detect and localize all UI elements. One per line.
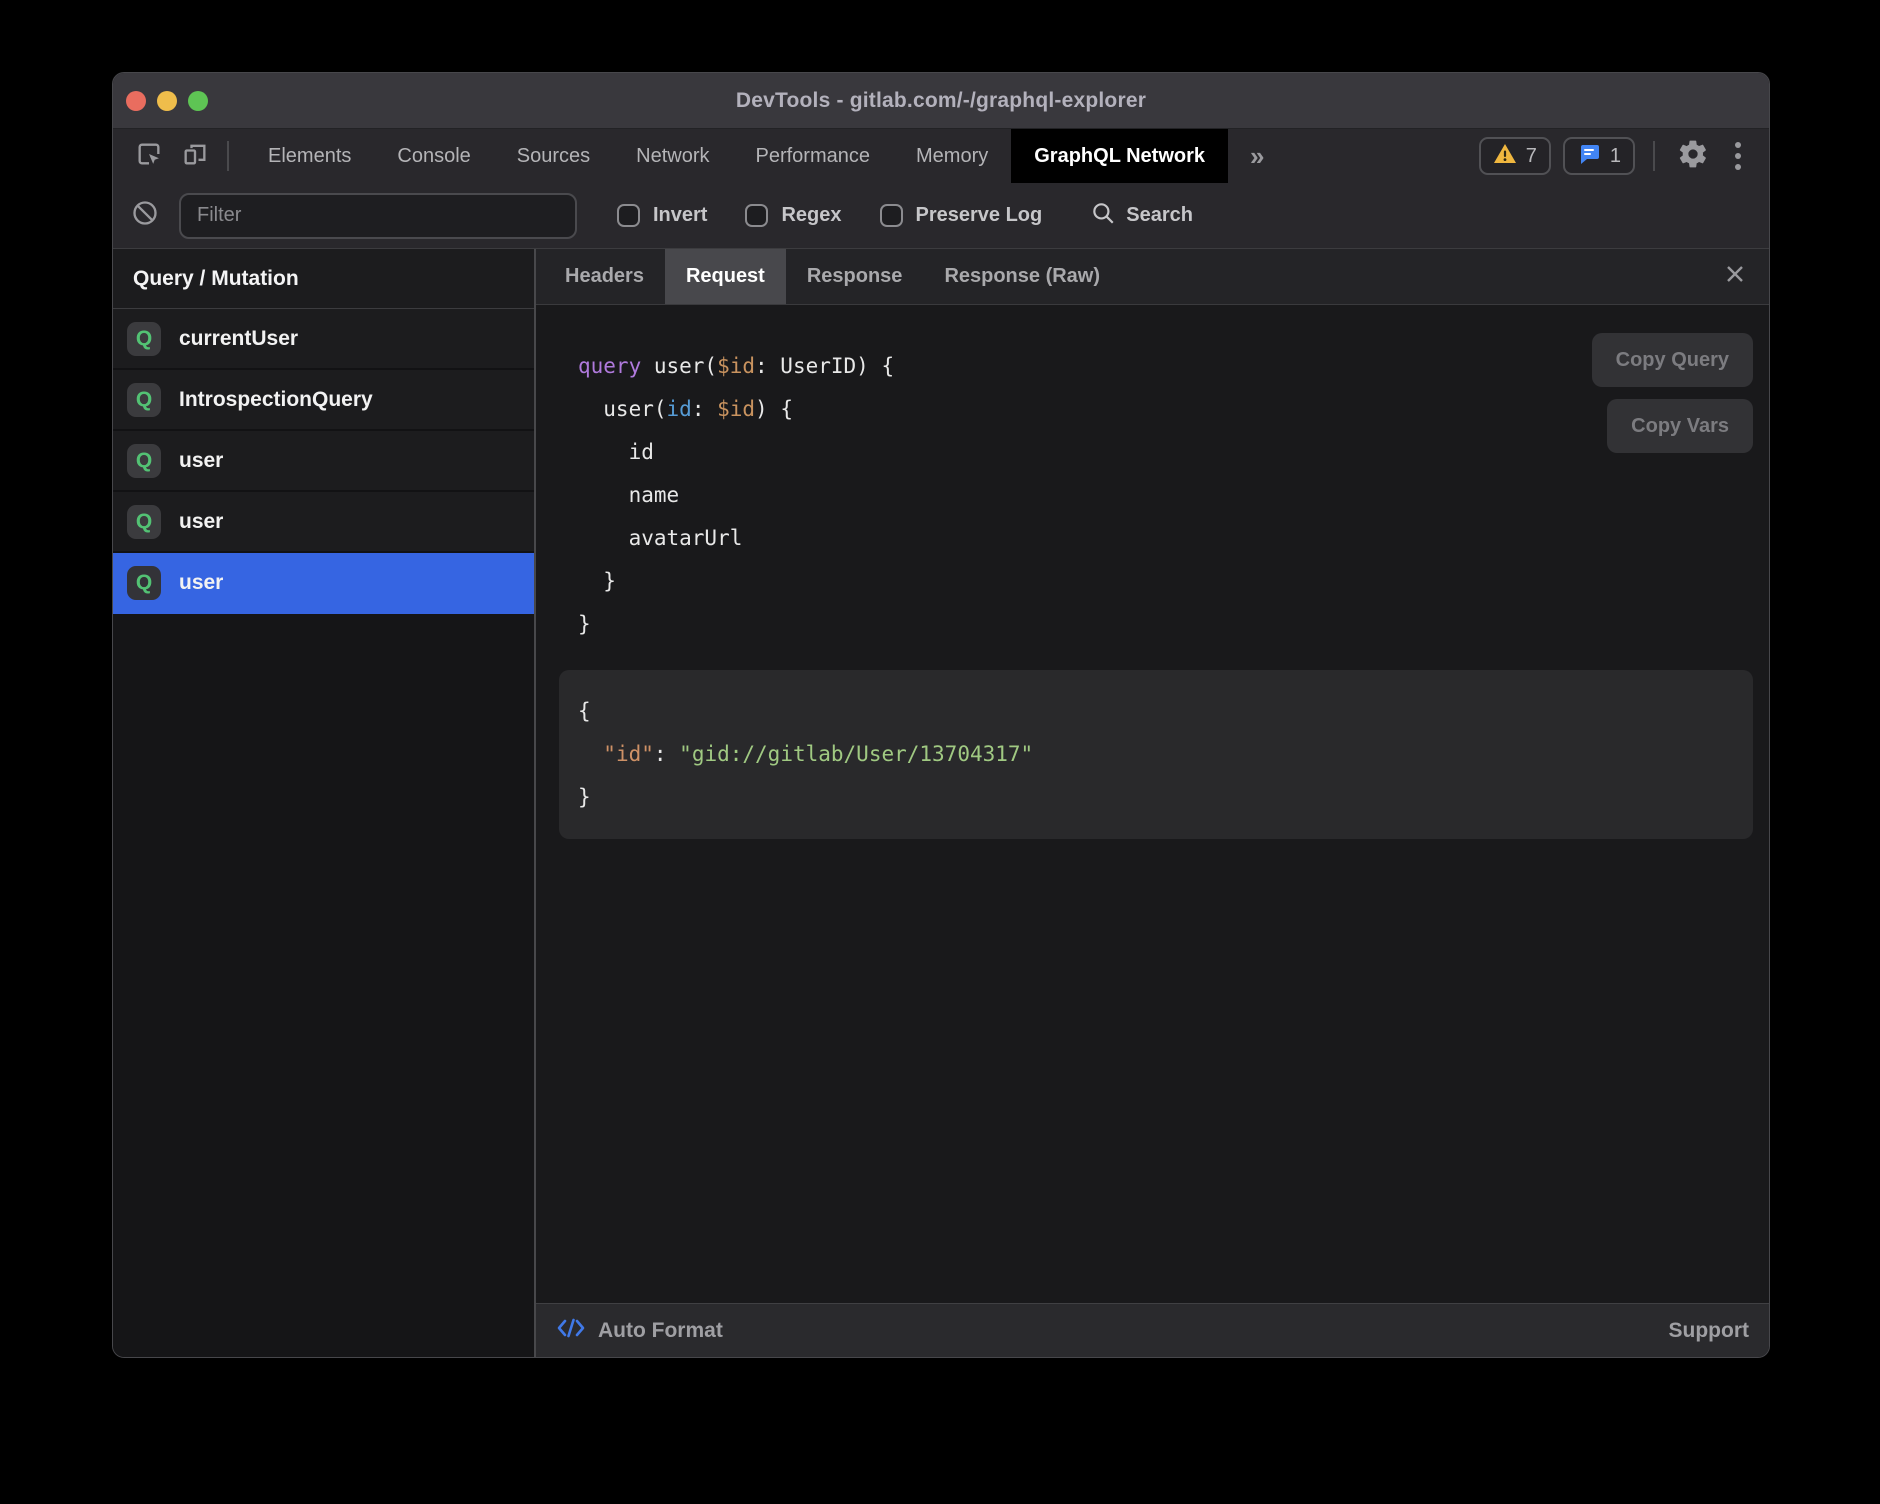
device-toolbar-button[interactable]	[175, 136, 215, 176]
query-list-item-introspectionquery[interactable]: Q IntrospectionQuery	[113, 370, 534, 431]
tab-elements[interactable]: Elements	[245, 129, 374, 183]
inspect-cursor-icon	[135, 140, 163, 173]
tab-memory[interactable]: Memory	[893, 129, 1011, 183]
screen: DevTools - gitlab.com/-/graphql-explorer	[0, 0, 1880, 1504]
code-line: avatarUrl	[578, 517, 1769, 560]
copy-buttons: Copy Query Copy Vars	[1592, 333, 1753, 453]
tab-graphql-network[interactable]: GraphQL Network	[1011, 129, 1228, 183]
main-area: Query / Mutation QcurrentUserQIntrospect…	[113, 249, 1769, 1357]
query-type-badge: Q	[127, 322, 161, 356]
query-list-item-user[interactable]: Quser	[113, 431, 534, 492]
query-list-item-user[interactable]: Quser	[113, 553, 534, 614]
devtools-tabs: ElementsConsoleSourcesNetworkPerformance…	[245, 129, 1228, 183]
filter-input[interactable]	[179, 193, 577, 239]
checkbox-label: Preserve Log	[916, 204, 1043, 227]
search-label: Search	[1126, 204, 1193, 227]
query-name-label: user	[179, 449, 223, 473]
more-options-button[interactable]	[1725, 136, 1751, 176]
search-control[interactable]: Search	[1090, 200, 1193, 231]
detail-panel: HeadersRequestResponseResponse (Raw) que…	[536, 249, 1769, 1357]
toolbar-icons	[113, 129, 245, 183]
filter-bar: Invert Regex Preserve Log Search	[113, 183, 1769, 249]
search-icon	[1090, 200, 1116, 231]
query-list: QcurrentUserQIntrospectionQueryQuserQuse…	[113, 309, 534, 614]
request-content: query user($id: UserID) { user(id: $id) …	[536, 305, 1769, 1303]
warnings-count: 7	[1526, 145, 1537, 168]
checkbox-box[interactable]	[617, 204, 640, 227]
panel-tabs: HeadersRequestResponseResponse (Raw)	[536, 249, 1769, 305]
devtools-toolbar: ElementsConsoleSourcesNetworkPerformance…	[113, 129, 1769, 183]
auto-format-button[interactable]: Auto Format	[556, 1316, 723, 1345]
issues-badge[interactable]: 1	[1563, 137, 1635, 175]
toolbar-right-separator	[1653, 141, 1655, 171]
query-type-badge: Q	[127, 566, 161, 600]
gear-icon	[1677, 138, 1709, 175]
warning-triangle-icon	[1493, 143, 1517, 170]
code-line: }	[578, 560, 1769, 603]
copy-vars-button[interactable]: Copy Vars	[1607, 399, 1753, 453]
block-requests-icon[interactable]	[131, 199, 159, 232]
code-line: user(id: $id) {	[578, 388, 1769, 431]
checkbox-regex[interactable]: Regex	[745, 204, 841, 227]
checkbox-label: Regex	[781, 204, 841, 227]
issues-count: 1	[1610, 145, 1621, 168]
filter-checkboxes: Invert Regex Preserve Log	[617, 204, 1042, 227]
panel-tab-response-raw[interactable]: Response (Raw)	[923, 249, 1121, 304]
code-brackets-icon	[556, 1316, 586, 1345]
checkbox-preserve-log[interactable]: Preserve Log	[880, 204, 1043, 227]
query-type-badge: Q	[127, 444, 161, 478]
kebab-dot	[1735, 142, 1741, 148]
checkbox-label: Invert	[653, 204, 707, 227]
query-type-badge: Q	[127, 505, 161, 539]
more-tabs-button[interactable]: »	[1228, 129, 1286, 183]
panel-tab-headers[interactable]: Headers	[544, 249, 665, 304]
query-name-label: user	[179, 510, 223, 534]
query-name-label: user	[179, 571, 223, 595]
checkbox-box[interactable]	[880, 204, 903, 227]
toolbar-separator	[227, 141, 229, 171]
device-toolbar-icon	[181, 140, 209, 173]
auto-format-label: Auto Format	[598, 1319, 723, 1343]
inspect-element-button[interactable]	[129, 136, 169, 176]
window-title: DevTools - gitlab.com/-/graphql-explorer	[113, 89, 1769, 113]
copy-query-button[interactable]: Copy Query	[1592, 333, 1753, 387]
sidebar-header: Query / Mutation	[113, 249, 534, 309]
chat-bubble-icon	[1577, 142, 1601, 171]
warnings-badge[interactable]: 7	[1479, 137, 1551, 175]
query-list-item-user[interactable]: Quser	[113, 492, 534, 553]
tab-performance[interactable]: Performance	[733, 129, 894, 183]
settings-button[interactable]	[1673, 136, 1713, 176]
code-line: }	[578, 603, 1769, 646]
query-name-label: currentUser	[179, 327, 298, 351]
tab-sources[interactable]: Sources	[494, 129, 613, 183]
checkbox-invert[interactable]: Invert	[617, 204, 707, 227]
code-line: query user($id: UserID) {	[578, 345, 1769, 388]
tab-network[interactable]: Network	[613, 129, 732, 183]
close-icon	[1723, 262, 1747, 291]
code-line: "id": "gid://gitlab/User/13704317"	[578, 733, 1753, 776]
query-list-sidebar: Query / Mutation QcurrentUserQIntrospect…	[113, 249, 534, 1357]
title-bar: DevTools - gitlab.com/-/graphql-explorer	[113, 73, 1769, 129]
panel-tab-request[interactable]: Request	[665, 249, 786, 304]
kebab-dot	[1735, 153, 1741, 159]
checkbox-box[interactable]	[745, 204, 768, 227]
query-list-item-currentuser[interactable]: QcurrentUser	[113, 309, 534, 370]
devtools-window: DevTools - gitlab.com/-/graphql-explorer	[112, 72, 1770, 1358]
graphql-variables-box: { "id": "gid://gitlab/User/13704317"}	[559, 670, 1753, 839]
query-name-label: IntrospectionQuery	[179, 388, 373, 412]
query-type-badge: Q	[127, 383, 161, 417]
toolbar-right: 7 1	[1479, 129, 1769, 183]
code-line: {	[578, 690, 1753, 733]
panel-footer: Auto Format Support	[536, 1303, 1769, 1357]
code-line: name	[578, 474, 1769, 517]
panel-tab-response[interactable]: Response	[786, 249, 924, 304]
code-line: id	[578, 431, 1769, 474]
chevron-double-right-icon: »	[1250, 141, 1264, 172]
kebab-dot	[1735, 164, 1741, 170]
graphql-query-code: query user($id: UserID) { user(id: $id) …	[536, 305, 1769, 646]
close-panel-button[interactable]	[1715, 249, 1755, 304]
code-line: }	[578, 776, 1753, 819]
support-link[interactable]: Support	[1669, 1319, 1749, 1343]
tab-console[interactable]: Console	[374, 129, 493, 183]
